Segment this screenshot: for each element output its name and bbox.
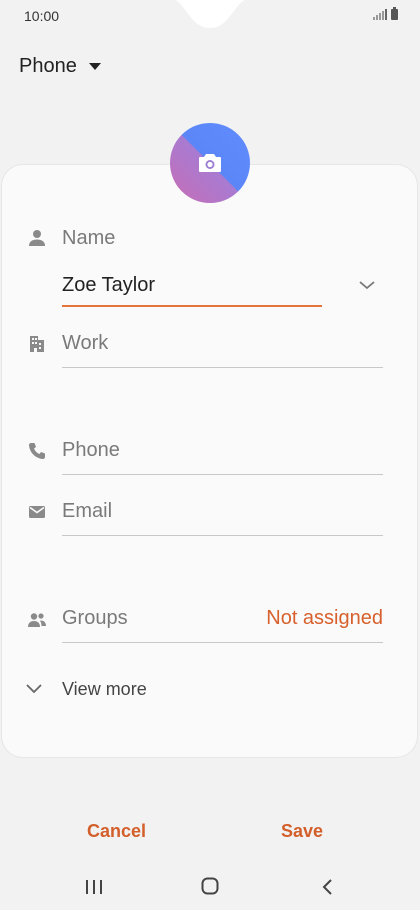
navigation-bar	[0, 868, 420, 910]
groups-icon	[28, 613, 46, 627]
email-field[interactable]: Email	[62, 500, 112, 523]
building-icon	[30, 336, 44, 352]
phone-field[interactable]: Phone	[62, 439, 120, 462]
home-icon[interactable]	[201, 877, 219, 895]
save-button[interactable]: Save	[281, 821, 323, 842]
chevron-down-icon[interactable]	[25, 682, 43, 696]
recents-icon[interactable]	[85, 879, 103, 895]
name-label: Name	[62, 227, 116, 249]
contact-photo-button[interactable]	[170, 123, 250, 203]
cancel-button[interactable]: Cancel	[87, 821, 146, 842]
account-selector[interactable]: Phone	[19, 55, 101, 78]
camera-notch	[175, 0, 245, 28]
camera-icon	[199, 154, 221, 172]
email-icon	[29, 506, 45, 518]
status-time: 10:00	[24, 8, 60, 24]
phone-field-underline	[62, 474, 383, 475]
back-icon[interactable]	[321, 878, 335, 896]
phone-icon	[29, 443, 45, 459]
work-field[interactable]: Work	[62, 332, 108, 355]
dropdown-arrow-icon	[88, 63, 101, 70]
chevron-down-icon[interactable]	[358, 278, 376, 292]
status-bar: 10:00	[0, 0, 420, 32]
view-more-button[interactable]: View more	[62, 679, 147, 700]
name-input-underline	[62, 305, 322, 307]
groups-label[interactable]: Groups	[62, 607, 128, 630]
groups-field-underline	[62, 642, 383, 643]
name-input[interactable]: Zoe Taylor	[62, 274, 155, 297]
groups-value[interactable]: Not assigned	[266, 607, 383, 630]
work-field-underline	[62, 367, 383, 368]
account-selector-label: Phone	[19, 55, 77, 77]
battery-icon	[391, 7, 398, 20]
person-icon	[29, 230, 45, 246]
status-icons	[373, 7, 398, 20]
signal-icon	[373, 9, 387, 20]
email-field-underline	[62, 535, 383, 536]
